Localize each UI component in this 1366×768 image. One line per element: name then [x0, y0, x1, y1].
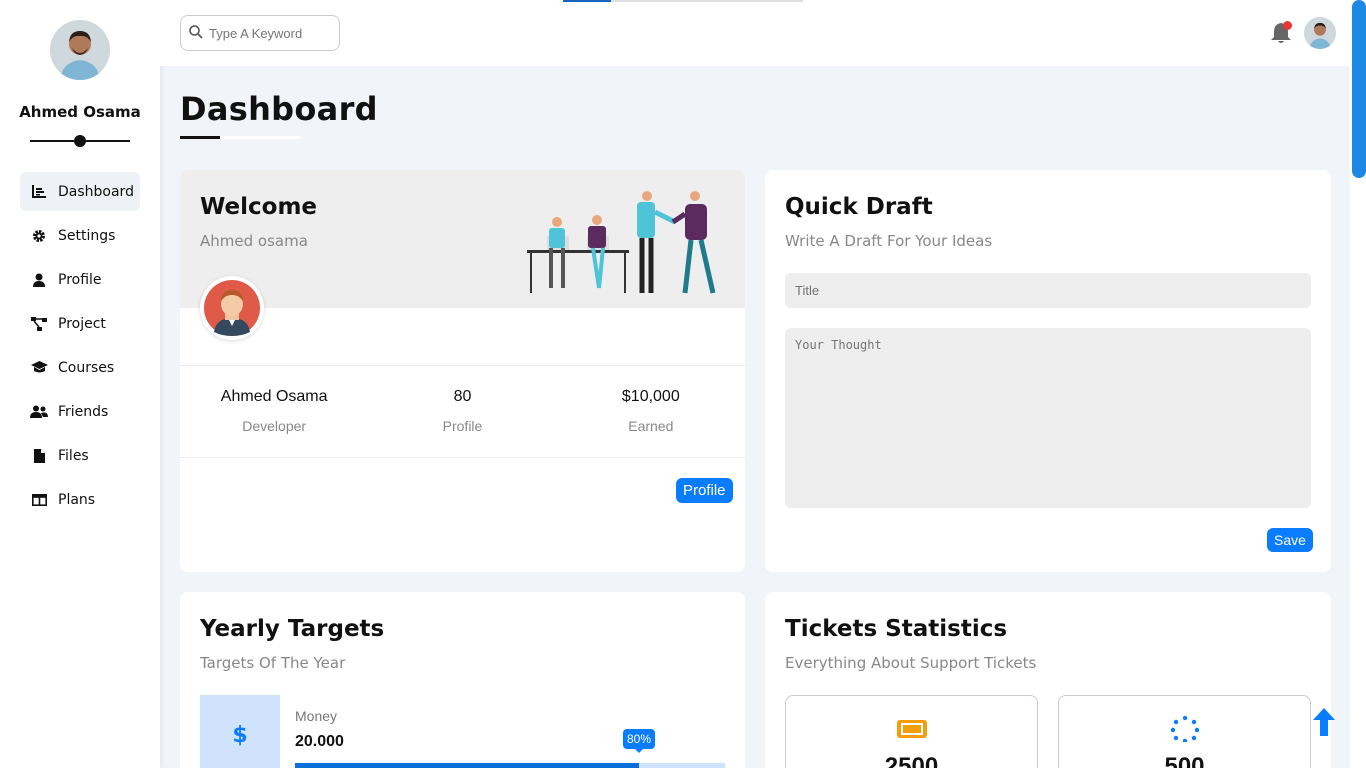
- users-icon: [30, 404, 48, 420]
- draft-title: Quick Draft: [785, 194, 933, 220]
- money-value: 20.000: [295, 733, 344, 750]
- scrollbar-thumb[interactable]: [1352, 0, 1366, 178]
- targets-title: Yearly Targets: [200, 616, 385, 642]
- sidebar-item-dashboard[interactable]: Dashboard: [20, 172, 140, 211]
- draft-title-input[interactable]: [785, 273, 1311, 308]
- stat-label: Developer: [242, 418, 307, 434]
- ticket-stat-value: 2500: [884, 753, 939, 768]
- yearly-targets-card: Yearly Targets Targets Of The Year $ Mon…: [180, 592, 745, 768]
- sidebar-item-label: Files: [58, 447, 89, 464]
- stat-label: Profile: [442, 418, 483, 434]
- welcome-avatar: [200, 276, 264, 340]
- sidebar-item-friends[interactable]: Friends: [20, 392, 140, 431]
- money-label: Money: [295, 708, 338, 724]
- scroll-top-arrow-icon[interactable]: [1313, 708, 1335, 736]
- sidebar-item-profile[interactable]: Profile: [20, 260, 140, 299]
- welcome-stats: Ahmed Osama Developer 80 Profile $10,000…: [180, 365, 745, 458]
- money-progress-bar: [295, 763, 725, 768]
- tickets-statistics-card: Tickets Statistics Everything About Supp…: [765, 592, 1331, 768]
- sidebar: Ahmed Osama Dashboard Settings Profile P…: [0, 0, 160, 768]
- gear-icon: [30, 228, 48, 244]
- sidebar-item-project[interactable]: Project: [20, 304, 140, 343]
- dollar-icon: $: [200, 695, 280, 768]
- top-progress-indicator: [563, 0, 803, 2]
- sidebar-item-label: Project: [58, 315, 106, 332]
- stat-value: $10,000: [621, 388, 680, 405]
- stat-profile: 80 Profile: [368, 366, 556, 457]
- save-button[interactable]: Save: [1267, 528, 1313, 552]
- title-underline: [180, 136, 300, 139]
- stat-label: Earned: [628, 418, 674, 434]
- team-illustration: [527, 191, 716, 294]
- graduation-cap-icon: [30, 360, 48, 376]
- notification-badge: [1283, 21, 1292, 30]
- stat-value: 80: [453, 388, 472, 405]
- draft-thought-textarea[interactable]: [785, 328, 1311, 508]
- sidebar-item-label: Friends: [58, 403, 109, 420]
- sidebar-item-label: Courses: [58, 359, 115, 376]
- user-name: Ahmed Osama: [19, 103, 141, 121]
- welcome-subtitle: Ahmed osama: [200, 232, 308, 250]
- columns-icon: [30, 492, 48, 508]
- search-box[interactable]: [180, 15, 340, 51]
- search-input[interactable]: [209, 25, 329, 41]
- welcome-header: Welcome Ahmed osama: [180, 170, 745, 308]
- sidebar-item-label: Settings: [58, 227, 116, 244]
- top-header: [160, 0, 1350, 66]
- pending-stat-box: 500: [1058, 695, 1311, 768]
- profile-button[interactable]: Profile: [676, 478, 733, 503]
- stat-name: Ahmed Osama Developer: [180, 366, 368, 457]
- welcome-card: Welcome Ahmed osama Ahmed Osama Develope…: [180, 170, 745, 572]
- sidebar-item-settings[interactable]: Settings: [20, 216, 140, 255]
- page-title: Dashboard: [180, 90, 378, 128]
- sidebar-item-label: Plans: [58, 491, 96, 508]
- sidebar-item-courses[interactable]: Courses: [20, 348, 140, 387]
- user-icon: [30, 272, 48, 288]
- notification-bell[interactable]: [1270, 21, 1292, 45]
- sidebar-item-files[interactable]: Files: [20, 436, 140, 475]
- page-scrollbar[interactable]: [1350, 0, 1366, 768]
- tickets-subtitle: Everything About Support Tickets: [785, 654, 1037, 672]
- user-avatar[interactable]: [50, 20, 110, 80]
- sidebar-nav: Dashboard Settings Profile Project Cours…: [20, 172, 140, 524]
- diagram-project-icon: [30, 316, 48, 332]
- spinner-icon: [1170, 716, 1199, 742]
- money-progress-fill: [295, 763, 639, 768]
- tickets-title: Tickets Statistics: [785, 616, 1008, 642]
- sidebar-item-plans[interactable]: Plans: [20, 480, 140, 519]
- draft-subtitle: Write A Draft For Your Ideas: [785, 232, 993, 250]
- quick-draft-card: Quick Draft Write A Draft For Your Ideas…: [765, 170, 1331, 572]
- sidebar-item-label: Dashboard: [58, 183, 134, 200]
- stat-value: Ahmed Osama: [220, 388, 328, 405]
- pending-stat-value: 500: [1164, 753, 1205, 768]
- sidebar-item-label: Profile: [58, 271, 102, 288]
- targets-subtitle: Targets Of The Year: [200, 654, 346, 672]
- ticket-icon: [896, 720, 927, 738]
- file-icon: [30, 448, 48, 464]
- welcome-title: Welcome: [200, 194, 318, 220]
- chart-bar-icon: [30, 184, 48, 200]
- header-avatar[interactable]: [1304, 17, 1336, 49]
- search-icon: [189, 24, 203, 43]
- stat-earned: $10,000 Earned: [557, 366, 745, 457]
- ticket-stat-box: 2500: [785, 695, 1038, 768]
- name-divider: [30, 134, 130, 148]
- money-percent-tooltip: 80%: [623, 729, 656, 753]
